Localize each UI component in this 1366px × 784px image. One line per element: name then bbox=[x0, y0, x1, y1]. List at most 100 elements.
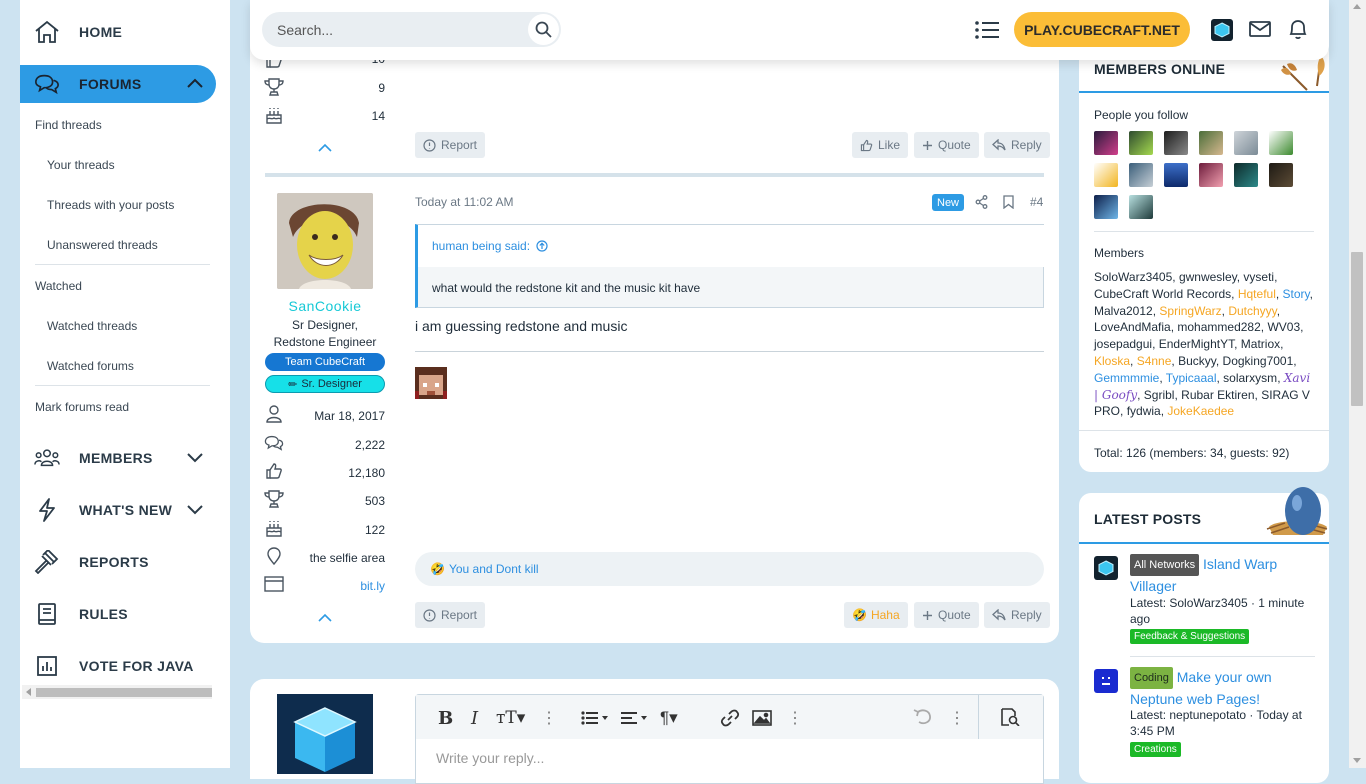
member-link[interactable]: josepadgui bbox=[1094, 337, 1152, 351]
follow-avatar[interactable] bbox=[1094, 163, 1118, 187]
more-vertical-icon[interactable]: ⋮ bbox=[787, 708, 803, 728]
bookmark-icon[interactable] bbox=[1003, 195, 1014, 212]
link-icon[interactable] bbox=[720, 709, 740, 730]
member-link[interactable]: fydwia bbox=[1127, 404, 1161, 418]
undo-icon[interactable] bbox=[913, 708, 933, 729]
member-link[interactable]: Rubar Ektiren bbox=[1181, 388, 1254, 402]
member-link[interactable]: Matriox bbox=[1241, 337, 1280, 351]
list-icon[interactable] bbox=[581, 711, 609, 728]
image-icon[interactable] bbox=[752, 710, 772, 729]
report-button[interactable]: Report bbox=[415, 132, 486, 158]
mail-icon[interactable] bbox=[1249, 20, 1271, 41]
member-link[interactable]: LoveAndMafia bbox=[1094, 320, 1171, 334]
member-link[interactable]: EnderMightYT bbox=[1159, 337, 1234, 351]
nav-members[interactable]: MEMBERS bbox=[20, 439, 216, 477]
follow-avatar[interactable] bbox=[1164, 163, 1188, 187]
quote-button[interactable]: Quote bbox=[914, 132, 979, 158]
preview-icon[interactable] bbox=[1000, 708, 1020, 729]
member-link[interactable]: Gemmmmie bbox=[1094, 371, 1159, 385]
follow-avatar[interactable] bbox=[1199, 131, 1223, 155]
follow-avatar[interactable] bbox=[1199, 163, 1223, 187]
post-time[interactable]: Today at 11:02 AM bbox=[415, 195, 514, 209]
nav-mark-read[interactable]: Mark forums read bbox=[35, 400, 129, 414]
vertical-scrollbar[interactable] bbox=[1349, 0, 1366, 768]
share-icon[interactable] bbox=[975, 195, 988, 212]
chevron-down-icon[interactable] bbox=[186, 450, 204, 466]
follow-avatar[interactable] bbox=[1269, 163, 1293, 187]
chevron-up-icon[interactable] bbox=[318, 142, 332, 156]
member-link[interactable]: S4nne bbox=[1137, 354, 1172, 368]
member-link[interactable]: Hqteful bbox=[1238, 287, 1276, 301]
follow-avatar[interactable] bbox=[1129, 131, 1153, 155]
reply-input[interactable]: Write your reply... bbox=[436, 750, 544, 766]
follow-avatar[interactable] bbox=[1164, 131, 1188, 155]
follow-avatar[interactable] bbox=[1234, 131, 1258, 155]
avatar[interactable] bbox=[277, 694, 373, 774]
nav-vote[interactable]: VOTE FOR JAVA bbox=[20, 647, 216, 685]
member-link[interactable]: Kloska bbox=[1094, 354, 1130, 368]
more-vertical-icon[interactable]: ⋮ bbox=[949, 708, 965, 728]
post-number[interactable]: #4 bbox=[1030, 195, 1043, 209]
search-input[interactable] bbox=[262, 12, 527, 47]
font-size-icon[interactable]: тT▾ bbox=[496, 708, 525, 728]
chevron-up-icon[interactable] bbox=[318, 612, 332, 626]
member-link[interactable]: gwnwesley bbox=[1179, 270, 1237, 284]
member-link[interactable]: WV03 bbox=[1267, 320, 1300, 334]
member-link[interactable]: SpringWarz bbox=[1159, 304, 1221, 318]
member-link[interactable]: mohammed282 bbox=[1177, 320, 1260, 334]
user-avatar[interactable] bbox=[1211, 19, 1233, 41]
avatar[interactable] bbox=[277, 193, 373, 289]
nav-watched-threads[interactable]: Watched threads bbox=[47, 319, 137, 333]
more-vertical-icon[interactable]: ⋮ bbox=[541, 708, 557, 728]
nav-reports[interactable]: REPORTS bbox=[20, 543, 216, 581]
member-link[interactable]: solarxysm bbox=[1223, 371, 1277, 385]
member-link[interactable]: JokeKaedee bbox=[1167, 404, 1234, 418]
chevron-down-icon[interactable] bbox=[186, 502, 204, 518]
member-link[interactable]: Buckyy bbox=[1178, 354, 1216, 368]
haha-button[interactable]: 🤣 Haha bbox=[844, 602, 908, 628]
bell-icon[interactable] bbox=[1288, 18, 1308, 43]
follow-avatar[interactable] bbox=[1129, 195, 1153, 219]
member-link[interactable]: Sgribl bbox=[1144, 388, 1175, 402]
play-server-button[interactable]: PLAY.CUBECRAFT.NET bbox=[1014, 12, 1190, 47]
follow-avatar[interactable] bbox=[1094, 195, 1118, 219]
member-link[interactable]: vyseti bbox=[1243, 270, 1274, 284]
member-link[interactable]: Dutchyyy bbox=[1228, 304, 1276, 318]
list-view-icon[interactable] bbox=[975, 20, 999, 43]
thread-title-link[interactable]: Coding Make your own Neptune web Pages! bbox=[1130, 667, 1315, 709]
nav-forums[interactable]: FORUMS bbox=[20, 65, 216, 103]
follow-avatar[interactable] bbox=[1129, 163, 1153, 187]
nav-watched-forums[interactable]: Watched forums bbox=[47, 359, 134, 373]
avatar[interactable] bbox=[1094, 556, 1118, 580]
follow-avatar[interactable] bbox=[1269, 131, 1293, 155]
nav-find-threads[interactable]: Find threads bbox=[35, 118, 102, 132]
username[interactable]: SanCookie bbox=[265, 298, 385, 314]
report-button[interactable]: Report bbox=[415, 602, 486, 628]
like-button[interactable]: Like bbox=[852, 132, 909, 158]
forum-tag[interactable]: Creations bbox=[1130, 742, 1181, 757]
arrow-up-circle-icon[interactable] bbox=[536, 240, 548, 252]
horizontal-scrollbar[interactable] bbox=[22, 685, 212, 699]
nav-watched[interactable]: Watched bbox=[35, 279, 82, 293]
nav-threads-with-posts[interactable]: Threads with your posts bbox=[47, 198, 174, 212]
reply-button[interactable]: Reply bbox=[984, 132, 1050, 158]
website-link[interactable]: bit.ly bbox=[360, 579, 385, 593]
reactions-bar[interactable]: 🤣 You and Dont kill bbox=[415, 552, 1044, 586]
thread-title-link[interactable]: All Networks Island Warp Villager bbox=[1130, 554, 1315, 596]
quote-author[interactable]: human being said: bbox=[432, 239, 548, 253]
search-icon[interactable] bbox=[528, 14, 559, 45]
paragraph-icon[interactable]: ¶▾ bbox=[660, 708, 678, 728]
align-icon[interactable] bbox=[621, 711, 649, 728]
member-link[interactable]: Typicaaal bbox=[1166, 371, 1217, 385]
italic-icon[interactable]: I bbox=[471, 708, 478, 729]
nav-whats-new[interactable]: WHAT'S NEW bbox=[20, 491, 216, 529]
quote-button[interactable]: Quote bbox=[914, 602, 979, 628]
nav-rules[interactable]: RULES bbox=[20, 595, 216, 633]
member-link[interactable]: Story bbox=[1283, 287, 1310, 301]
nav-your-threads[interactable]: Your threads bbox=[47, 158, 115, 172]
bold-icon[interactable]: B bbox=[438, 708, 453, 729]
chevron-up-icon[interactable] bbox=[186, 76, 204, 92]
nav-unanswered[interactable]: Unanswered threads bbox=[47, 238, 158, 252]
member-link[interactable]: CubeCraft World Records bbox=[1094, 287, 1231, 301]
nav-home[interactable]: HOME bbox=[20, 13, 216, 51]
